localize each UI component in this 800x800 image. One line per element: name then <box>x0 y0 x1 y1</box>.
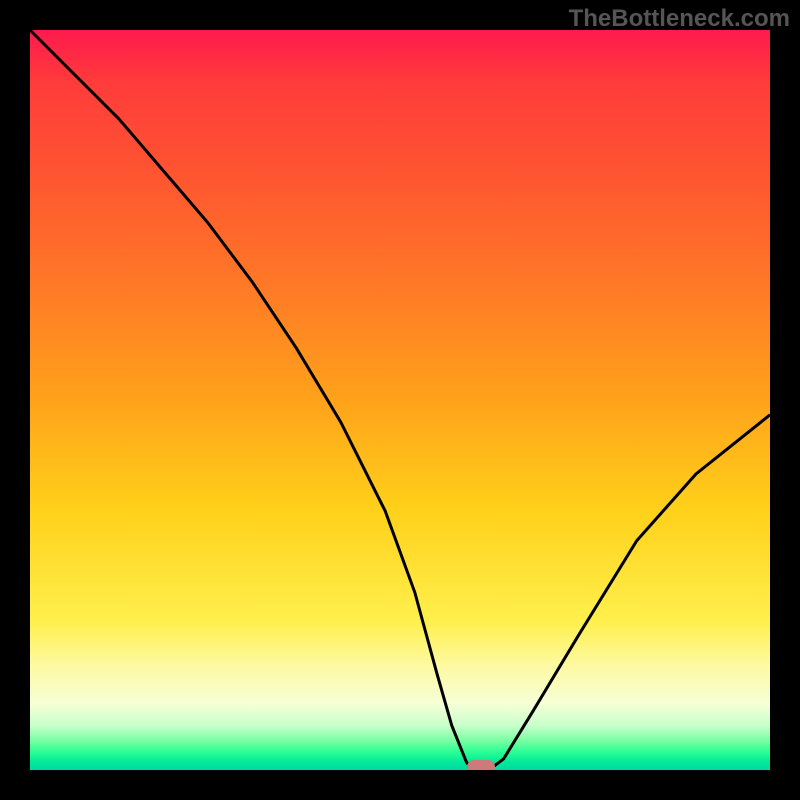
bottleneck-curve <box>30 30 770 770</box>
curve-path <box>30 30 770 770</box>
plot-area <box>30 30 770 770</box>
optimum-marker <box>467 760 495 770</box>
watermark-label: TheBottleneck.com <box>569 5 790 33</box>
chart-frame: TheBottleneck.com <box>0 0 800 800</box>
